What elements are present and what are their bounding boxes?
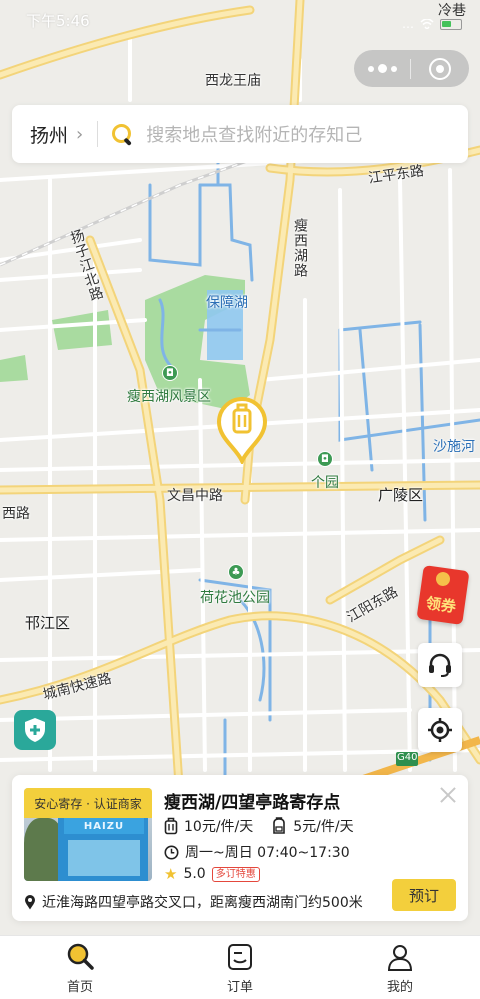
suitcase-icon [164, 817, 178, 835]
profile-icon [387, 945, 413, 971]
tab-orders[interactable]: 订单 [160, 936, 320, 999]
city-name: 扬州 [30, 124, 69, 147]
city-selector[interactable]: 扬州 › [12, 121, 99, 147]
bag-price: 5元/件/天 [271, 816, 354, 836]
map-label-baozhang-lake: 保障湖 [206, 295, 248, 311]
address-row: 近淮海路四望亭路交叉口，距离瘦西湖南门约500米 [24, 892, 363, 912]
battery-icon [440, 18, 462, 30]
map-label-hanjiang-district: 邗江区 [25, 614, 71, 632]
search-input[interactable]: 搜索地点查找附近的存知己 [146, 121, 362, 147]
hours-text: 周一~周日 07:40~17:30 [185, 845, 350, 861]
tab-profile[interactable]: 我的 [320, 936, 480, 999]
search-icon [67, 943, 94, 970]
map-label-shouxihu-scenic: 瘦西湖风景区 [127, 389, 211, 405]
store-card[interactable]: HAIZU 安心寄存 · 认证商家 瘦西湖/四望亭路寄存点 10元/件/天 5元… [12, 775, 468, 921]
store-sign: HAIZU [64, 818, 144, 834]
rating-row: ★ 5.0 多订特惠 [164, 865, 260, 883]
wifi-icon [420, 19, 434, 29]
luggage-price: 10元/件/天 [164, 816, 253, 836]
map-label-g40: G40 [397, 752, 418, 763]
discount-badge: 多订特惠 [211, 866, 260, 882]
book-button[interactable]: 预订 [392, 879, 456, 911]
more-menu-button[interactable] [354, 50, 410, 87]
status-icons: … [402, 17, 462, 31]
map-label-hehuachi-park: 荷花池公园 [200, 590, 270, 606]
certified-merchant-tag: 安心寄存 · 认证商家 [24, 788, 152, 818]
insurance-shield-button[interactable] [14, 710, 56, 750]
close-miniprogram-button[interactable] [411, 57, 469, 80]
order-icon [228, 944, 252, 970]
scenic-poi-icon[interactable]: ◘ [162, 365, 178, 381]
shield-plus-icon [25, 718, 45, 742]
luggage-pin-icon [216, 397, 268, 466]
map-label-shashi-river: 沙施河 [433, 439, 475, 455]
clock-icon [164, 845, 179, 859]
miniprogram-capsule [354, 50, 469, 87]
luggage-price-text: 10元/件/天 [184, 819, 254, 835]
location-pin-icon [25, 895, 35, 910]
tab-profile-label: 我的 [386, 980, 413, 995]
tab-home[interactable]: 首页 [0, 936, 160, 999]
bag-price-text: 5元/件/天 [293, 819, 354, 835]
status-time: 下午5:46 [26, 11, 90, 30]
my-location-button[interactable] [418, 708, 462, 752]
search-icon [110, 122, 134, 146]
crosshair-location-icon [428, 718, 452, 742]
coupon-label: 领券 [424, 593, 458, 616]
map-label-xilong-temple: 西龙王庙 [205, 73, 261, 89]
map-label-guangling-district: 广陵区 [378, 486, 424, 504]
close-card-icon[interactable] [438, 785, 458, 805]
map-label-wenchang-middle-road: 文昌中路 [167, 488, 223, 504]
customer-service-button[interactable] [418, 643, 462, 687]
backpack-icon [273, 817, 286, 834]
business-hours: 周一~周日 07:40~17:30 [164, 842, 350, 862]
park-poi-icon[interactable]: ♣ [228, 564, 244, 580]
search-bar: 扬州 › 搜索地点查找附近的存知己 [12, 105, 468, 163]
store-photo: HAIZU 安心寄存 · 认证商家 [24, 788, 152, 881]
ge-garden-poi-icon[interactable]: ◘ [317, 451, 333, 467]
map-label-shouxihu-road: 瘦西湖路 [292, 218, 308, 278]
location-pin-marker[interactable] [216, 396, 268, 466]
signal-icon: … [402, 17, 414, 31]
target-circle-icon [429, 57, 451, 80]
store-title: 瘦西湖/四望亭路寄存点 [164, 793, 341, 813]
coupon-button[interactable]: 领券 [416, 565, 470, 625]
chevron-right-icon: › [76, 123, 84, 145]
map-label-west-road: 西路 [2, 506, 30, 522]
rating-value: 5.0 [183, 866, 206, 882]
star-icon: ★ [164, 865, 178, 883]
tab-home-label: 首页 [66, 980, 93, 995]
headset-icon [429, 653, 451, 677]
address-text: 近淮海路四望亭路交叉口，距离瘦西湖南门约500米 [42, 895, 363, 911]
map-label-ge-garden: 个园 [311, 475, 339, 491]
tab-orders-label: 订单 [226, 980, 253, 995]
price-row: 10元/件/天 5元/件/天 [164, 816, 354, 836]
tab-bar: 首页 订单 我的 [0, 935, 480, 999]
